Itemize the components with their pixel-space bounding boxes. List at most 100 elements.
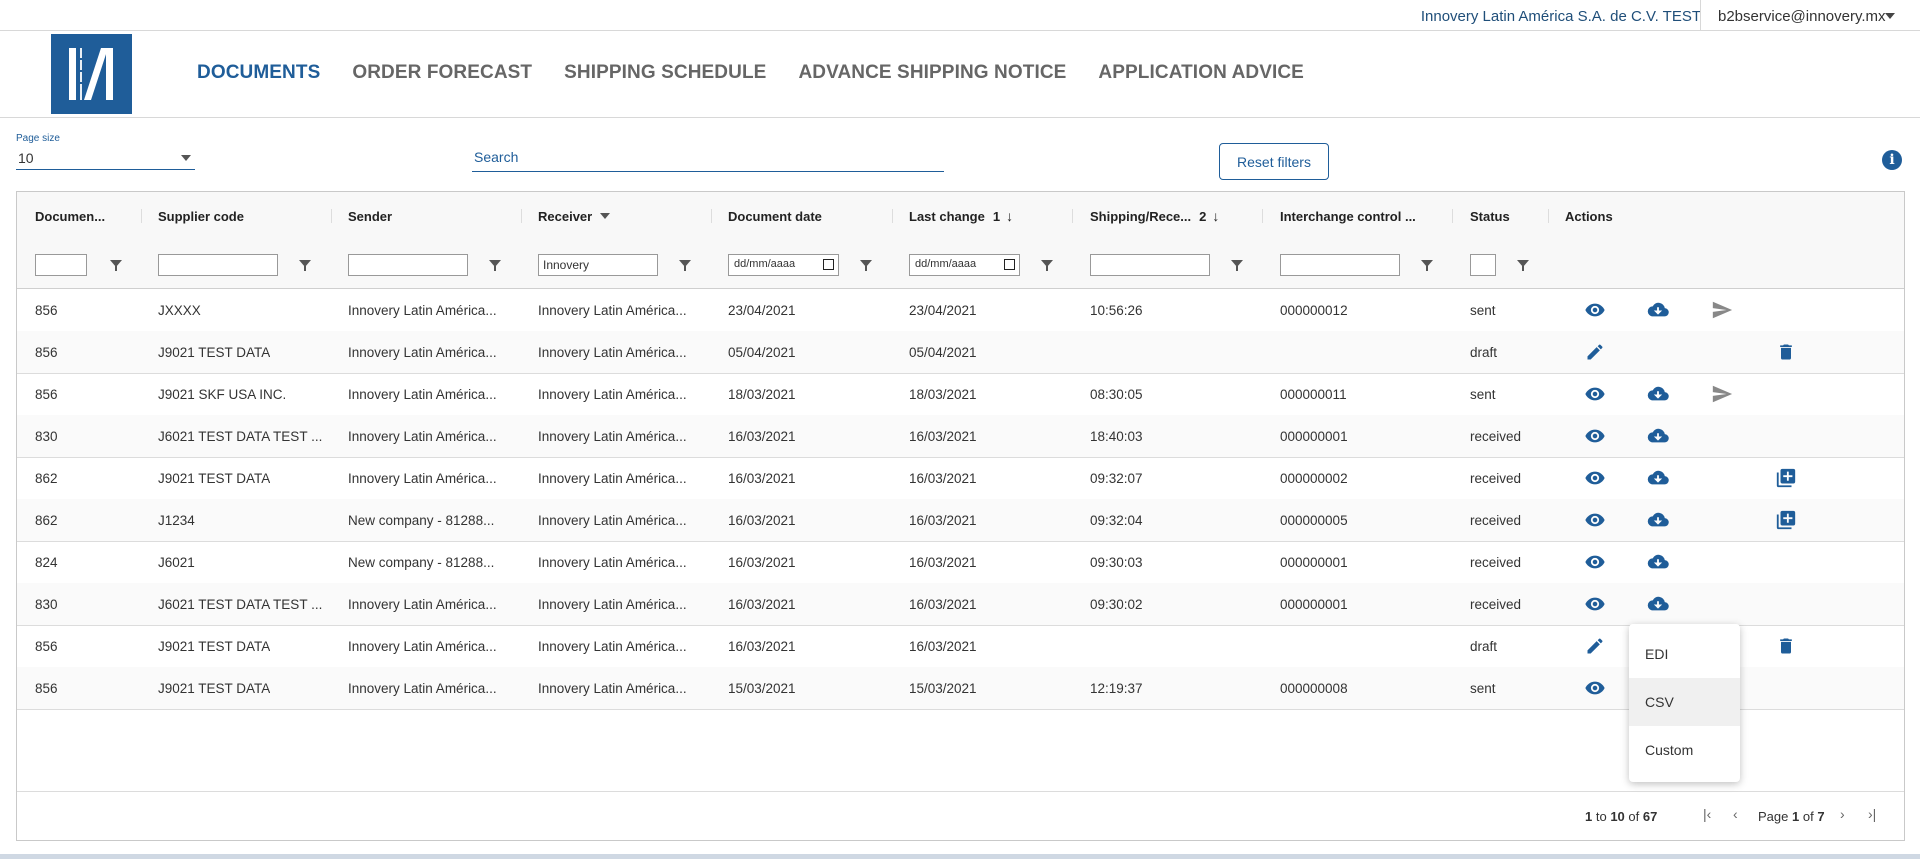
eye-icon[interactable] — [1584, 383, 1606, 405]
column-header-document-date[interactable]: Document date — [728, 192, 822, 240]
divider[interactable] — [141, 209, 142, 223]
menu-item-csv[interactable]: CSV — [1629, 678, 1740, 726]
send-icon[interactable] — [1711, 299, 1733, 321]
cell-doc: 856 — [35, 638, 58, 654]
cell-sender: Innovery Latin América... — [348, 638, 497, 654]
menu-item-custom[interactable]: Custom — [1629, 726, 1740, 774]
menu-item-edi[interactable]: EDI — [1629, 630, 1740, 678]
column-header-shipping[interactable]: Shipping/Rece... 2 ↓ — [1090, 192, 1219, 240]
nav-documents[interactable]: DOCUMENTS — [197, 62, 320, 84]
filter-icon[interactable] — [860, 260, 872, 271]
document-filter-input[interactable] — [35, 254, 87, 276]
trash-icon[interactable] — [1775, 341, 1797, 363]
supplier-code-filter-input[interactable] — [158, 254, 278, 276]
table-row[interactable]: 830 J6021 TEST DATA TEST ... Innovery Lati… — [17, 415, 1904, 458]
column-header-last-change[interactable]: Last change 1 ↓ — [909, 192, 1013, 240]
interchange-filter-input[interactable] — [1280, 254, 1400, 276]
table-row[interactable]: 824 J6021 New company - 81288... Innovery L… — [17, 541, 1904, 584]
last-page-icon[interactable]: ›| — [1868, 806, 1876, 822]
column-header-status[interactable]: Status — [1470, 192, 1510, 240]
filter-icon[interactable] — [110, 260, 122, 271]
divider[interactable] — [1262, 209, 1263, 223]
library-add-icon[interactable] — [1775, 509, 1797, 531]
table-row[interactable]: 830 J6021 TEST DATA TEST ... Innovery Lati… — [17, 583, 1904, 626]
eye-icon[interactable] — [1584, 467, 1606, 489]
previous-page-icon[interactable]: ‹ — [1733, 806, 1738, 822]
cell-receiver: Innovery Latin América... — [538, 680, 687, 696]
eye-icon[interactable] — [1584, 551, 1606, 573]
status-filter-input[interactable] — [1470, 254, 1496, 276]
divider[interactable] — [521, 209, 522, 223]
table-row[interactable]: 862 J1234 New company - 81288... Innovery L… — [17, 499, 1904, 542]
filter-icon[interactable] — [299, 260, 311, 271]
column-header-interchange-control[interactable]: Interchange control ... — [1280, 192, 1416, 240]
next-page-icon[interactable]: › — [1840, 806, 1845, 822]
filter-icon[interactable] — [679, 260, 691, 271]
filter-icon[interactable] — [1231, 260, 1243, 271]
trash-icon[interactable] — [1775, 635, 1797, 657]
page-size-select[interactable]: 10 — [16, 147, 195, 170]
calendar-icon[interactable] — [1004, 259, 1015, 270]
eye-icon[interactable] — [1584, 425, 1606, 447]
calendar-icon[interactable] — [823, 259, 834, 270]
filter-icon[interactable] — [1517, 260, 1529, 271]
reset-filters-button[interactable]: Reset filters — [1219, 143, 1329, 180]
cloud-download-icon[interactable] — [1647, 383, 1669, 405]
table-row[interactable]: 856 JXXXX Innovery Latin América... Innover… — [17, 289, 1904, 332]
cloud-download-icon[interactable] — [1647, 593, 1669, 615]
cloud-download-icon[interactable] — [1647, 551, 1669, 573]
table-header: Documen... Supplier code Sender Receiver… — [17, 192, 1904, 241]
eye-icon[interactable] — [1584, 593, 1606, 615]
filter-icon[interactable] — [489, 260, 501, 271]
table-row[interactable]: 856 J9021 TEST DATA Innovery Latin América… — [17, 331, 1904, 374]
column-header-document[interactable]: Documen... — [35, 192, 105, 240]
nav-application-advice[interactable]: APPLICATION ADVICE — [1098, 62, 1304, 84]
pencil-icon[interactable] — [1584, 635, 1606, 657]
user-menu[interactable]: b2bservice@innovery.mx — [1718, 8, 1886, 25]
send-icon[interactable] — [1711, 383, 1733, 405]
cloud-download-icon[interactable] — [1647, 425, 1669, 447]
divider[interactable] — [331, 209, 332, 223]
eye-icon[interactable] — [1584, 509, 1606, 531]
chevron-down-icon[interactable] — [1885, 13, 1895, 19]
cell-doc: 856 — [35, 302, 58, 318]
shipping-filter-input[interactable] — [1090, 254, 1210, 276]
search-input[interactable] — [472, 147, 948, 167]
cell-receiver: Innovery Latin América... — [538, 554, 687, 570]
nav-shipping-schedule[interactable]: SHIPPING SCHEDULE — [564, 62, 766, 84]
table-row[interactable]: 856 J9021 SKF USA INC. Innovery Latin Amér… — [17, 373, 1904, 416]
table-row[interactable]: 856 J9021 TEST DATA Innovery Latin América… — [17, 625, 1904, 668]
divider[interactable] — [1452, 209, 1453, 223]
filter-icon[interactable] — [1421, 260, 1433, 271]
receiver-filter-input[interactable] — [538, 254, 658, 276]
divider[interactable] — [1072, 209, 1073, 223]
sort-order: 1 — [992, 208, 1001, 224]
info-icon[interactable]: i — [1882, 150, 1902, 170]
library-add-icon[interactable] — [1775, 467, 1797, 489]
column-header-supplier-code[interactable]: Supplier code — [158, 192, 244, 240]
divider[interactable] — [1548, 209, 1549, 223]
cloud-download-icon[interactable] — [1647, 299, 1669, 321]
divider[interactable] — [711, 209, 712, 223]
sender-filter-input[interactable] — [348, 254, 468, 276]
divider[interactable] — [892, 209, 893, 223]
pencil-icon[interactable] — [1584, 341, 1606, 363]
cell-last: 16/03/2021 — [909, 428, 977, 444]
first-page-icon[interactable]: |‹ — [1703, 806, 1711, 822]
document-date-filter[interactable]: dd/mm/aaaa — [728, 254, 839, 276]
cloud-download-icon[interactable] — [1647, 509, 1669, 531]
nav-order-forecast[interactable]: ORDER FORECAST — [352, 62, 532, 84]
cell-last: 16/03/2021 — [909, 596, 977, 612]
table-row[interactable]: 862 J9021 TEST DATA Innovery Latin América… — [17, 457, 1904, 500]
filter-icon[interactable] — [1041, 260, 1053, 271]
cell-last: 15/03/2021 — [909, 680, 977, 696]
eye-icon[interactable] — [1584, 299, 1606, 321]
nav-advance-shipping-notice[interactable]: ADVANCE SHIPPING NOTICE — [798, 62, 1066, 84]
search-field[interactable] — [472, 147, 948, 172]
eye-icon[interactable] — [1584, 677, 1606, 699]
column-header-receiver[interactable]: Receiver — [538, 192, 611, 240]
table-row[interactable]: 856 J9021 TEST DATA Innovery Latin América… — [17, 667, 1904, 710]
last-change-filter[interactable]: dd/mm/aaaa — [909, 254, 1020, 276]
column-header-sender[interactable]: Sender — [348, 192, 392, 240]
cloud-download-icon[interactable] — [1647, 467, 1669, 489]
